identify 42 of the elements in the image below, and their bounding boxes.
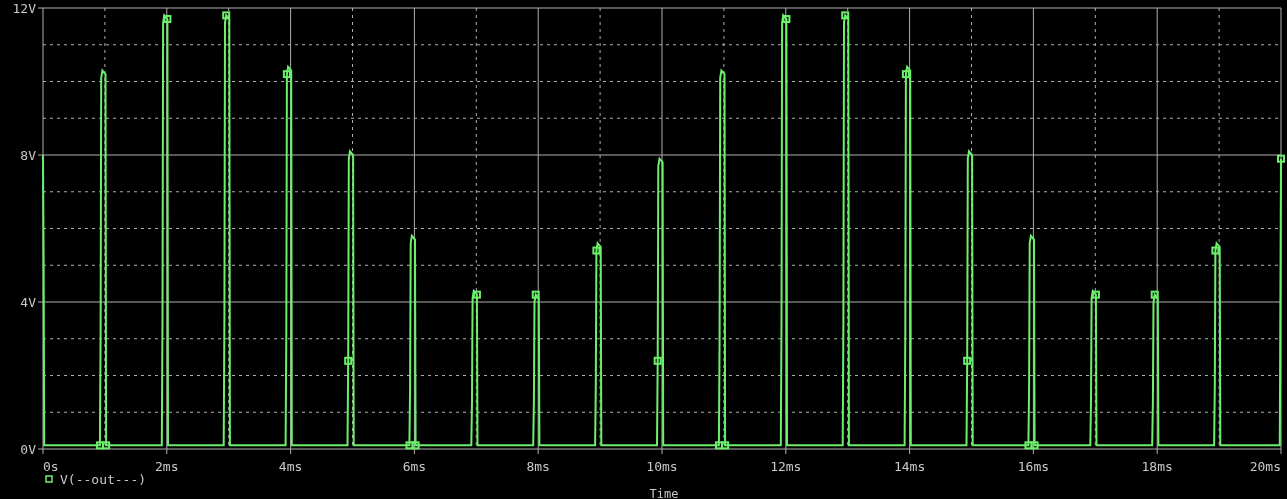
point-marker-icon [1150, 290, 1159, 299]
x-tick-label: 4ms [278, 459, 303, 474]
x-axis-title: Time [649, 487, 679, 499]
x-tick-label: 14ms [893, 459, 926, 474]
point-marker-icon [592, 246, 601, 255]
y-tick-label: 8V [20, 148, 36, 163]
point-marker-icon [344, 356, 353, 365]
y-tick-label: 4V [20, 295, 36, 310]
point-marker-icon [714, 441, 723, 450]
point-marker-icon [963, 356, 972, 365]
point-marker-icon [1030, 441, 1039, 450]
point-marker-icon [405, 441, 414, 450]
x-tick-label: 8ms [526, 459, 550, 474]
point-marker-icon [282, 70, 291, 79]
y-tick-label: 12V [12, 1, 36, 16]
point-marker-icon [721, 441, 730, 450]
point-marker-icon [472, 290, 481, 299]
point-marker-icon [531, 290, 540, 299]
point-marker-icon [841, 11, 850, 20]
legend-marker-icon [45, 475, 53, 483]
point-marker-icon [222, 11, 231, 20]
x-tick-label: 20ms [1249, 459, 1281, 474]
x-tick-label: 16ms [1017, 459, 1050, 474]
point-marker-icon [1277, 154, 1285, 163]
point-marker-icon [411, 441, 420, 450]
point-marker-icon [163, 15, 172, 24]
y-tick-label: 0V [20, 442, 36, 457]
point-marker-icon [1091, 290, 1100, 299]
x-tick-label: 6ms [402, 459, 427, 474]
x-tick-label: 2ms [155, 459, 179, 474]
x-tick-label: 10ms [646, 459, 678, 474]
point-marker-icon [1024, 441, 1033, 450]
point-marker-icon [102, 441, 111, 450]
point-marker-icon [95, 441, 104, 450]
x-tick-label: 12ms [770, 459, 802, 474]
point-marker-icon [1211, 246, 1220, 255]
point-marker-icon [901, 70, 910, 79]
legend-label: V(--out---) [60, 472, 147, 487]
x-tick-label: 0s [43, 459, 59, 474]
point-marker-icon [653, 356, 662, 365]
point-marker-icon [782, 15, 791, 24]
x-tick-label: 18ms [1141, 459, 1173, 474]
